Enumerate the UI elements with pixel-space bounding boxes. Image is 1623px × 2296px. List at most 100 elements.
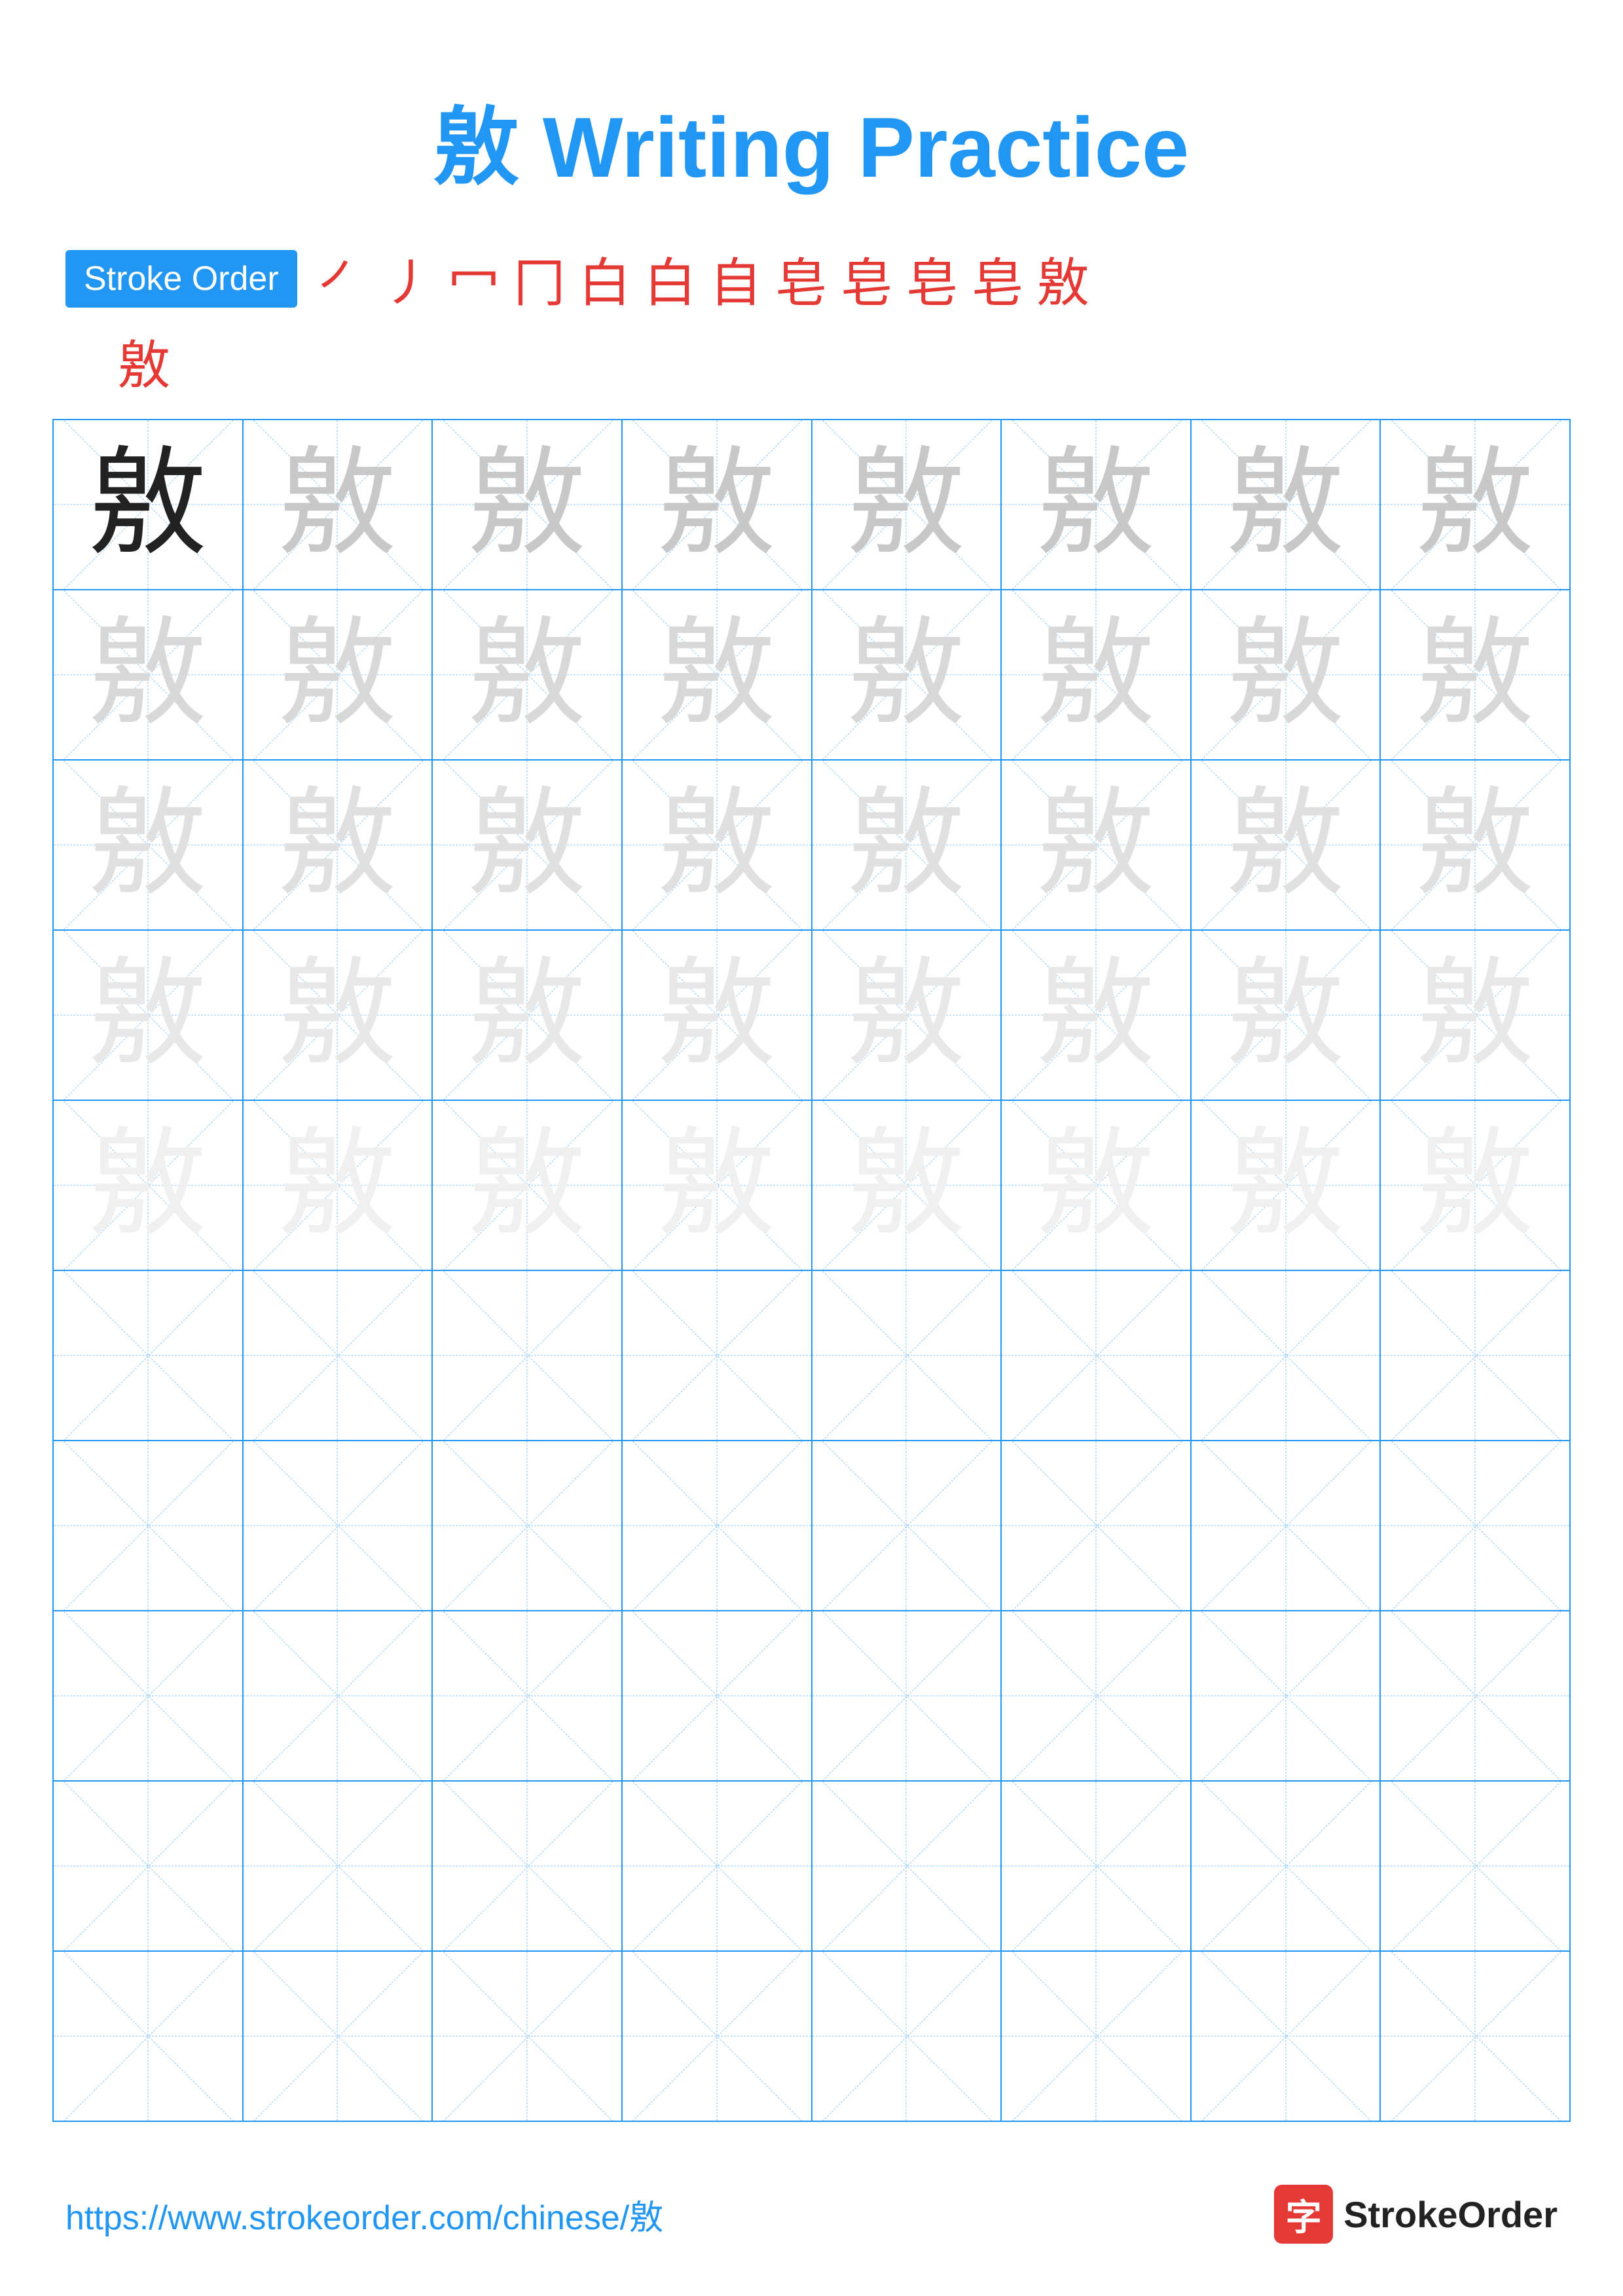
grid-cell[interactable]: 敫: [433, 761, 623, 931]
grid-cell[interactable]: [623, 1271, 812, 1441]
grid-cell[interactable]: [1002, 1611, 1192, 1782]
grid-cell[interactable]: 敫: [244, 761, 433, 931]
grid-cell[interactable]: [1381, 1952, 1571, 2122]
grid-cell[interactable]: [1192, 1271, 1381, 1441]
grid-cell[interactable]: 敫: [244, 1101, 433, 1271]
grid-cell[interactable]: 敫: [1381, 931, 1571, 1101]
stroke-9: 皂: [841, 241, 893, 317]
grid-cell[interactable]: 敫: [433, 420, 623, 590]
grid-cell[interactable]: 敫: [244, 590, 433, 761]
grid-cell[interactable]: [623, 1952, 812, 2122]
grid-cell[interactable]: 敫: [54, 1101, 244, 1271]
grid-cell[interactable]: [812, 1782, 1002, 1952]
grid-cell[interactable]: 敫: [1381, 590, 1571, 761]
grid-cell[interactable]: [623, 1782, 812, 1952]
grid-cell[interactable]: 敫: [812, 931, 1002, 1101]
grid-cell[interactable]: [54, 1952, 244, 2122]
stroke-2: ㇓: [382, 241, 435, 317]
grid-cell[interactable]: 敫: [812, 1101, 1002, 1271]
grid-cell[interactable]: 敫: [1192, 590, 1381, 761]
grid-cell[interactable]: [244, 1271, 433, 1441]
grid-cell[interactable]: 敫: [1002, 1101, 1192, 1271]
grid-cell[interactable]: 敫: [812, 590, 1002, 761]
character-display: 敫: [65, 323, 1558, 399]
grid-cell[interactable]: [1381, 1271, 1571, 1441]
grid-cell[interactable]: [1002, 1441, 1192, 1611]
grid-cell[interactable]: 敫: [1002, 420, 1192, 590]
grid-cell[interactable]: 敫: [623, 420, 812, 590]
grid-cell[interactable]: 敫: [623, 931, 812, 1101]
grid-cell[interactable]: [244, 1441, 433, 1611]
stroke-10: 皂: [906, 241, 958, 317]
grid-cell[interactable]: [433, 1782, 623, 1952]
grid-cell[interactable]: [433, 1441, 623, 1611]
stroke-4: 冂: [513, 241, 566, 317]
stroke-order-section: Stroke Order ㇒ ㇓ 冖 冂 白 白 自 皂 皂 皂 皂 敫 敫: [0, 241, 1623, 399]
grid-cell[interactable]: 敫: [1192, 1101, 1381, 1271]
grid-cell[interactable]: [812, 1271, 1002, 1441]
grid-cell[interactable]: [244, 1782, 433, 1952]
grid-cell[interactable]: 敫: [244, 420, 433, 590]
grid-cell[interactable]: [54, 1782, 244, 1952]
grid-cell[interactable]: [812, 1611, 1002, 1782]
stroke-11: 皂: [972, 241, 1024, 317]
grid-cell[interactable]: 敫: [54, 590, 244, 761]
grid-cell[interactable]: [244, 1952, 433, 2122]
grid-cell[interactable]: 敫: [1002, 931, 1192, 1101]
stroke-order-row: Stroke Order ㇒ ㇓ 冖 冂 白 白 自 皂 皂 皂 皂 敫: [65, 241, 1558, 317]
grid-cell[interactable]: [1192, 1611, 1381, 1782]
grid-cell[interactable]: 敫: [623, 590, 812, 761]
grid-cell[interactable]: [433, 1271, 623, 1441]
grid-cell[interactable]: [1002, 1271, 1192, 1441]
grid-cell[interactable]: [1192, 1782, 1381, 1952]
brand-name: StrokeOrder: [1343, 2193, 1558, 2236]
grid-cell[interactable]: 敫: [1002, 590, 1192, 761]
grid-cell[interactable]: 敫: [244, 931, 433, 1101]
footer-brand: 字 StrokeOrder: [1274, 2185, 1558, 2244]
grid-cell[interactable]: 敫: [54, 420, 244, 590]
grid-cell[interactable]: [1002, 1952, 1192, 2122]
grid-cell[interactable]: [54, 1271, 244, 1441]
grid-cell[interactable]: [812, 1952, 1002, 2122]
grid-cell[interactable]: 敫: [433, 931, 623, 1101]
footer-url[interactable]: https://www.strokeorder.com/chinese/敫: [65, 2190, 663, 2239]
grid-cell[interactable]: 敫: [623, 761, 812, 931]
grid-cell[interactable]: 敫: [1192, 420, 1381, 590]
grid-cell[interactable]: [244, 1611, 433, 1782]
grid-cell[interactable]: [1192, 1441, 1381, 1611]
practice-grid-container: 敫 敫 敫 敫 敫 敫 敫: [0, 419, 1623, 2122]
grid-cell[interactable]: 敫: [433, 1101, 623, 1271]
grid-cell[interactable]: [433, 1952, 623, 2122]
grid-cell[interactable]: [1381, 1782, 1571, 1952]
stroke-6: 白: [644, 241, 697, 317]
grid-cell[interactable]: [433, 1611, 623, 1782]
grid-cell[interactable]: [1381, 1441, 1571, 1611]
grid-cell[interactable]: [1002, 1782, 1192, 1952]
grid-cell[interactable]: [54, 1611, 244, 1782]
practice-grid: 敫 敫 敫 敫 敫 敫 敫: [52, 419, 1571, 2122]
stroke-5: 白: [579, 241, 631, 317]
grid-cell[interactable]: 敫: [433, 590, 623, 761]
grid-cell[interactable]: 敫: [1381, 761, 1571, 931]
grid-cell[interactable]: [623, 1611, 812, 1782]
stroke-3: 冖: [448, 241, 500, 317]
grid-cell[interactable]: [1192, 1952, 1381, 2122]
grid-cell[interactable]: 敫: [1381, 420, 1571, 590]
grid-cell[interactable]: 敫: [812, 420, 1002, 590]
grid-cell[interactable]: [54, 1441, 244, 1611]
grid-cell[interactable]: [623, 1441, 812, 1611]
stroke-12: 敫: [1037, 241, 1089, 317]
brand-icon: 字: [1274, 2185, 1333, 2244]
grid-cell[interactable]: [812, 1441, 1002, 1611]
grid-cell[interactable]: 敫: [812, 761, 1002, 931]
grid-cell[interactable]: 敫: [623, 1101, 812, 1271]
grid-cell[interactable]: 敫: [1192, 761, 1381, 931]
grid-cell[interactable]: 敫: [54, 761, 244, 931]
grid-cell[interactable]: 敫: [1381, 1101, 1571, 1271]
grid-cell[interactable]: 敫: [1192, 931, 1381, 1101]
stroke-order-badge: Stroke Order: [65, 250, 297, 308]
grid-cell[interactable]: [1381, 1611, 1571, 1782]
stroke-8: 皂: [775, 241, 828, 317]
grid-cell[interactable]: 敫: [1002, 761, 1192, 931]
grid-cell[interactable]: 敫: [54, 931, 244, 1101]
